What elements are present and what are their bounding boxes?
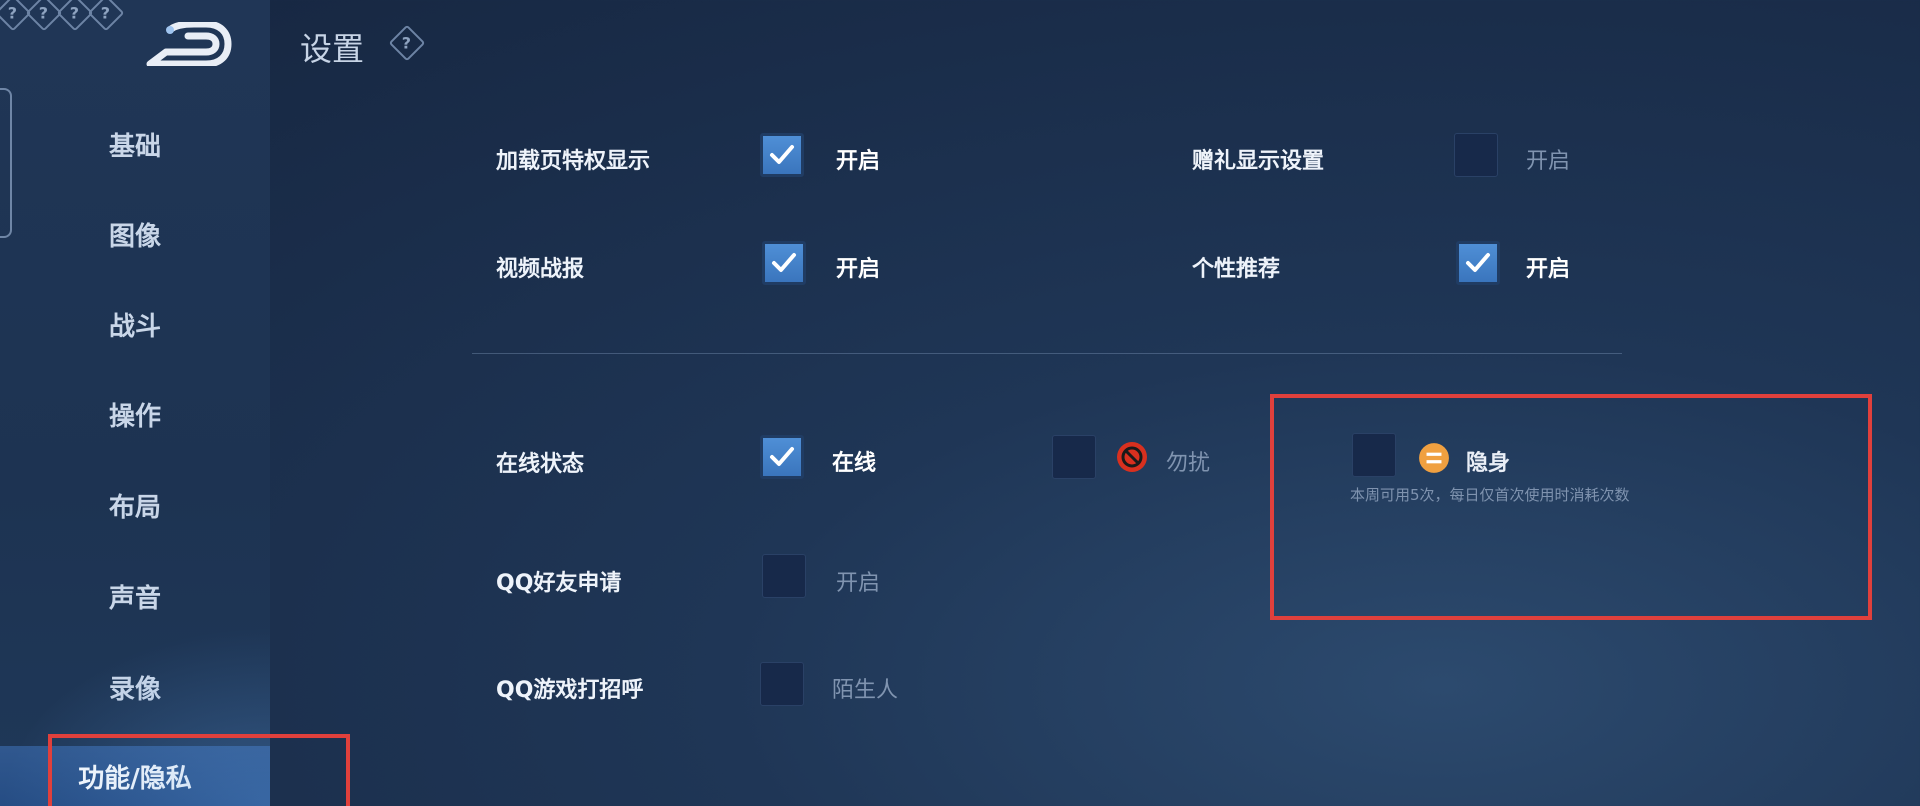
sidebar-item-graphics[interactable]: 图像: [0, 204, 270, 264]
online-checkbox[interactable]: [760, 435, 804, 479]
invisible-note: 本周可用5次，每日仅首次使用时消耗次数: [1350, 486, 1630, 504]
sidebar-item-label: 布局: [108, 492, 161, 523]
back-arrow-icon: [146, 20, 232, 68]
sidebar-item-replay[interactable]: 录像: [0, 657, 270, 717]
sidebar-item-label: 声音: [108, 583, 161, 614]
sidebar-item-layout[interactable]: 布局: [0, 475, 270, 535]
sidebar-item-label: 录像: [108, 674, 161, 705]
personal-recommend-checkbox[interactable]: [1456, 241, 1500, 285]
page-title: 设置: [300, 30, 365, 68]
gift-display-checkbox[interactable]: [1454, 133, 1498, 177]
checkmark-icon: [1466, 253, 1490, 272]
do-not-disturb-icon: [1117, 442, 1147, 472]
sidebar-item-combat[interactable]: 战斗: [0, 294, 270, 354]
gift-display-option: 开启: [1526, 149, 1571, 174]
sidebar-item-label: 操作: [108, 401, 161, 432]
qq-friend-request-checkbox[interactable]: [762, 554, 806, 598]
video-report-option: 开启: [836, 257, 881, 282]
help-icon[interactable]: ?: [388, 24, 426, 62]
sidebar: 基础 图像 战斗 操作 布局 声音 录像 功能/隐私: [0, 0, 270, 806]
gift-display-label: 赠礼显示设置: [1192, 149, 1325, 174]
sidebar-item-controls[interactable]: 操作: [0, 384, 270, 444]
personal-recommend-option: 开启: [1526, 257, 1571, 282]
loading-privilege-option: 开启: [836, 149, 881, 174]
qq-game-greeting-checkbox[interactable]: [760, 662, 804, 706]
back-button[interactable]: [140, 20, 232, 68]
sidebar-item-label: 功能/隐私: [78, 763, 192, 794]
divider: [472, 353, 1622, 354]
sidebar-item-label: 图像: [108, 221, 161, 252]
checkmark-icon: [772, 253, 796, 272]
sidebar-item-label: 基础: [108, 131, 161, 162]
checkmark-icon: [770, 447, 794, 466]
sidebar-item-function-privacy[interactable]: 功能/隐私: [0, 746, 270, 806]
highlight-box-invisible: [1270, 394, 1872, 620]
invisible-option: 隐身: [1466, 451, 1511, 476]
loading-privilege-checkbox[interactable]: [760, 133, 804, 177]
online-option: 在线: [832, 451, 877, 476]
sidebar-item-label: 战斗: [108, 311, 161, 342]
qq-friend-request-label: QQ好友申请: [496, 571, 622, 596]
dnd-checkbox[interactable]: [1052, 435, 1096, 479]
invisible-icon: [1419, 443, 1449, 473]
invisible-checkbox[interactable]: [1352, 433, 1396, 477]
qq-game-greeting-label: QQ游戏打招呼: [496, 678, 644, 703]
dnd-option: 勿扰: [1166, 451, 1211, 476]
online-status-label: 在线状态: [496, 452, 585, 477]
video-report-checkbox[interactable]: [762, 241, 806, 285]
personal-recommend-label: 个性推荐: [1192, 257, 1281, 282]
loading-privilege-label: 加载页特权显示: [496, 149, 651, 174]
qq-friend-request-option: 开启: [836, 571, 881, 596]
sidebar-item-sound[interactable]: 声音: [0, 566, 270, 626]
sidebar-item-basic[interactable]: 基础: [0, 114, 270, 174]
video-report-label: 视频战报: [496, 257, 585, 282]
checkmark-icon: [770, 145, 794, 164]
qq-game-greeting-option: 陌生人: [832, 678, 899, 703]
